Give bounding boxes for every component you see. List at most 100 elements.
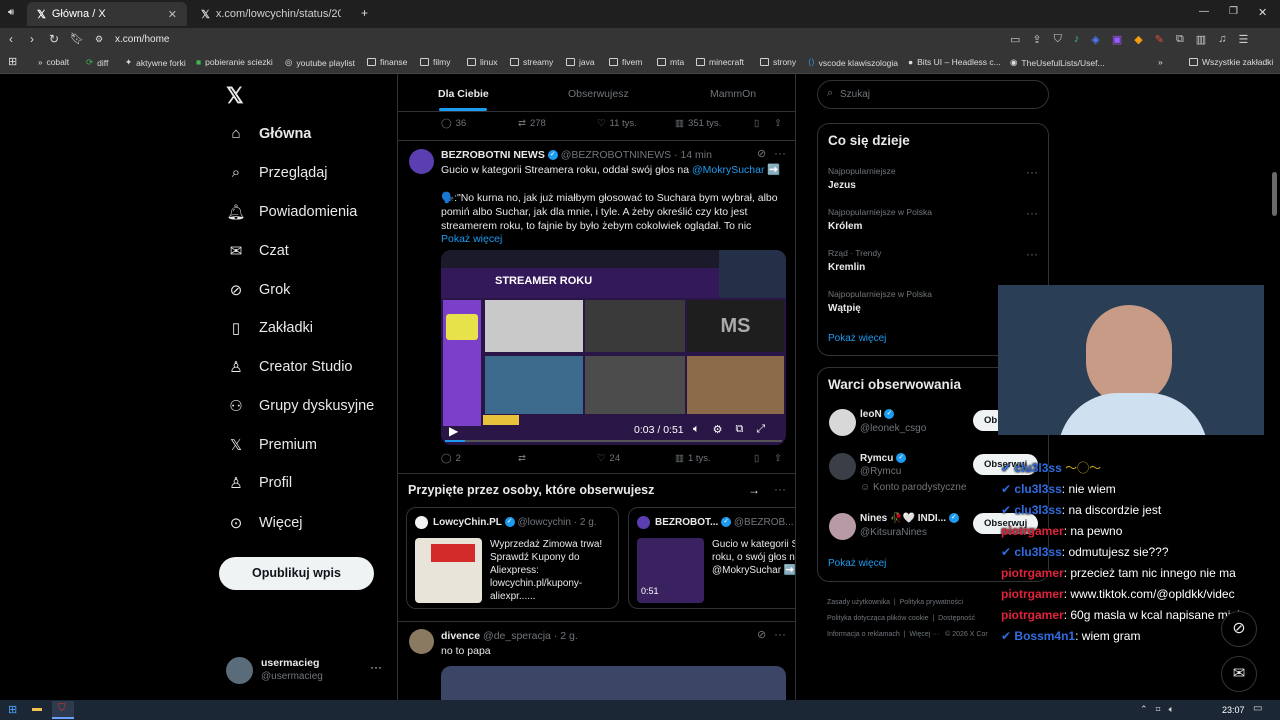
notifications-icon[interactable]: ▭ (1253, 703, 1262, 714)
tweet-handle[interactable]: @de_speracja (483, 630, 551, 642)
more-bookmarks-icon[interactable]: » (1158, 57, 1163, 67)
nav-notifications[interactable]: 🔔︎ Powiadomienia (226, 203, 357, 221)
reload-icon[interactable]: ↻ (49, 32, 59, 46)
share-icon[interactable]: ⇪ (1032, 33, 1041, 46)
like-action[interactable]: ♡ 24 (597, 453, 620, 464)
bookmark-page-icon[interactable]: 🔖︎ (70, 32, 84, 45)
file-explorer-icon[interactable]: ▬ (32, 703, 42, 714)
menu-icon[interactable]: ☰ (1238, 33, 1248, 46)
sidebar-icon[interactable]: ▥ (1196, 33, 1206, 46)
bookmark-item[interactable]: » cobalt (38, 57, 69, 67)
more-dots-icon[interactable]: ··· (370, 660, 382, 674)
footer-link[interactable]: Dostępność (938, 615, 975, 622)
tweet-handle[interactable]: @BEZROBOTNINEWS (561, 149, 671, 161)
start-icon[interactable]: ⊞ (8, 703, 17, 716)
trend-item[interactable]: Najpopularniejsze Jezus (828, 166, 896, 191)
bookmark-item[interactable]: ⟨⟩ vscode klawiszologia (808, 57, 898, 68)
network-icon[interactable]: ⌗ (1156, 704, 1161, 715)
nav-home[interactable]: ⌂ Główna (226, 125, 311, 142)
trend-item[interactable]: Najpopularniejsze w Polska Królem (828, 207, 932, 232)
tweet-time[interactable]: · 14 min (674, 149, 712, 161)
close-window-icon[interactable]: ✕ (1258, 6, 1267, 19)
forward-icon[interactable]: › (30, 32, 34, 46)
bookmark-folder[interactable]: strony (760, 57, 796, 67)
grok-icon[interactable]: ⊘ (757, 628, 766, 641)
playlist-icon[interactable]: ♫ (1218, 33, 1226, 46)
speaker-icon[interactable]: 🔊︎ (8, 7, 14, 18)
more-dots-icon[interactable]: ··· (1026, 247, 1038, 261)
scrollbar-thumb[interactable] (1272, 172, 1277, 216)
bookmark-item[interactable]: ✦ aktywne forki (125, 57, 186, 68)
fullscreen-icon[interactable]: ⤢ (756, 423, 765, 436)
bookmark-folder[interactable]: streamy (510, 57, 553, 67)
tweet-author[interactable]: BEZROBOTNI NEWS (441, 149, 545, 161)
views-action[interactable]: ▥ 1 tys. (675, 453, 711, 464)
video-player[interactable]: STREAMER ROKU MS ▶ 0:03 / 0:51 🔈︎ ⚙ ⧉ ⤢ (441, 250, 786, 445)
browser-taskbar-button[interactable]: ⛉ (52, 701, 74, 719)
play-icon[interactable]: ▶ (449, 424, 458, 438)
show-more-link[interactable]: Pokaż więcej (828, 558, 886, 569)
footer-link[interactable]: Więcej ··· (909, 631, 939, 638)
bookmark-item[interactable]: ● Bits UI – Headless c... (908, 57, 1001, 67)
nav-bookmarks[interactable]: ▯ Zakładki (226, 319, 313, 337)
views-action[interactable]: ▥ 351 tys. (675, 118, 721, 129)
trend-item[interactable]: Rząd · Trendy Kremlin (828, 248, 881, 273)
screen-icon[interactable]: ▭ (1010, 33, 1020, 46)
repost-action[interactable]: ⇄ (518, 453, 526, 464)
search-input[interactable]: Szukaj (840, 89, 870, 100)
share-action[interactable]: ⇧ (774, 118, 782, 129)
arrow-right-icon[interactable]: → (748, 483, 760, 497)
tab-mammon[interactable]: MammOn (710, 88, 756, 100)
nav-more[interactable]: ⊙ Więcej (226, 514, 303, 532)
pinned-card[interactable]: BEZROBOT... ✓ @BEZROB... 0:51 Gucio w ka… (628, 507, 795, 609)
bookmark-item[interactable]: ◉ TheUsefulLists/Usef... (1010, 57, 1105, 68)
messages-floating-button[interactable]: ✉ (1221, 656, 1257, 692)
clock[interactable]: 23:07 (1222, 705, 1245, 715)
all-bookmarks[interactable]: Wszystkie zakładki (1189, 57, 1273, 67)
tweet-time[interactable]: · 2 g. (554, 630, 578, 642)
suggested-user-handle[interactable]: @KitsuraNines (860, 527, 927, 538)
show-more-link[interactable]: Pokaż więcej (441, 233, 502, 245)
restore-icon[interactable]: ❐ (1229, 6, 1238, 17)
bookmark-folder[interactable]: finanse (367, 57, 407, 67)
reply-action[interactable]: ◯ 36 (441, 118, 466, 129)
suggested-user-name[interactable]: leoN (860, 409, 882, 420)
pinned-card[interactable]: LowcyChin.PL ✓ @lowcychin · 2 g. Wyprzed… (406, 507, 619, 609)
bookmark-item[interactable]: ⟳ diff (86, 57, 108, 68)
bookmark-folder[interactable]: java (566, 57, 595, 67)
tab-following[interactable]: Obserwujesz (568, 88, 629, 100)
nav-profile[interactable]: ♙ Profil (226, 474, 292, 492)
close-tab-icon[interactable]: ✕ (168, 8, 177, 21)
grok-floating-button[interactable]: ⊘ (1221, 611, 1257, 647)
more-dots-icon[interactable]: ··· (1026, 165, 1038, 179)
bookmark-folder[interactable]: linux (467, 57, 497, 67)
tweet-author[interactable]: divence (441, 630, 480, 642)
extension-orange-icon[interactable]: ◆ (1134, 33, 1142, 46)
tab-status[interactable]: 𝕏 x.com/lowcychin/status/2011153469 (191, 2, 351, 26)
reply-action[interactable]: ◯ 2 (441, 453, 461, 464)
suggested-user-handle[interactable]: @Rymcu (860, 466, 901, 477)
search-box[interactable]: ⌕ Szukaj (817, 80, 1049, 109)
apps-grid-icon[interactable]: ⊞ (8, 55, 17, 68)
tab-home[interactable]: 𝕏 Główna / X ✕ (27, 2, 187, 26)
show-more-link[interactable]: Pokaż więcej (828, 333, 886, 344)
more-dots-icon[interactable]: ··· (774, 627, 786, 641)
footer-link[interactable]: Polityka prywatności (900, 599, 963, 606)
suggested-user-name[interactable]: Nines 🥀🤍 INDI... (860, 513, 946, 524)
tab-for-you[interactable]: Dla Ciebie (438, 88, 489, 100)
extension-red-icon[interactable]: ✎ (1155, 33, 1164, 46)
bookmark-folder[interactable]: minecraft (696, 57, 744, 67)
extension-purple-icon[interactable]: ▣ (1112, 33, 1122, 46)
pip-icon[interactable]: ⧉ (735, 423, 743, 436)
trend-item[interactable]: Najpopularniejsze w Polska Wątpię (828, 289, 932, 314)
tweet[interactable]: BEZROBOTNI NEWS ✓ @BEZROBOTNINEWS · 14 m… (398, 141, 795, 474)
volume-icon[interactable]: 🔈︎ (1169, 704, 1174, 715)
post-button[interactable]: Opublikuj wpis (219, 557, 374, 590)
volume-icon[interactable]: 🔈︎ (693, 423, 700, 436)
nav-creator-studio[interactable]: ♙ Creator Studio (226, 358, 352, 376)
puzzle-icon[interactable]: ⧉ (1176, 33, 1184, 46)
bookmark-action[interactable]: ▯ (754, 453, 759, 464)
bookmark-folder[interactable]: filmy (420, 57, 450, 67)
repost-action[interactable]: ⇄ 278 (518, 118, 546, 129)
minimize-icon[interactable]: — (1199, 6, 1209, 17)
